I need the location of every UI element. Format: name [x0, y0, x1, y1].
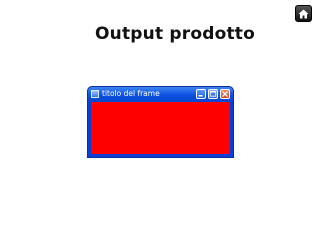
minimize-icon [198, 95, 203, 97]
maximize-icon [209, 90, 217, 97]
app-window: titolo del frame [87, 86, 234, 158]
maximize-button[interactable] [208, 89, 218, 99]
java-app-icon [91, 90, 99, 98]
frame-content-panel [91, 102, 230, 154]
minimize-button[interactable] [196, 89, 206, 99]
close-button[interactable] [220, 89, 230, 99]
page-title: Output prodotto [95, 24, 256, 44]
close-icon [222, 91, 228, 97]
home-button[interactable] [295, 5, 312, 22]
home-icon [298, 9, 309, 18]
window-titlebar[interactable]: titolo del frame [88, 87, 233, 102]
window-title: titolo del frame [102, 89, 160, 98]
